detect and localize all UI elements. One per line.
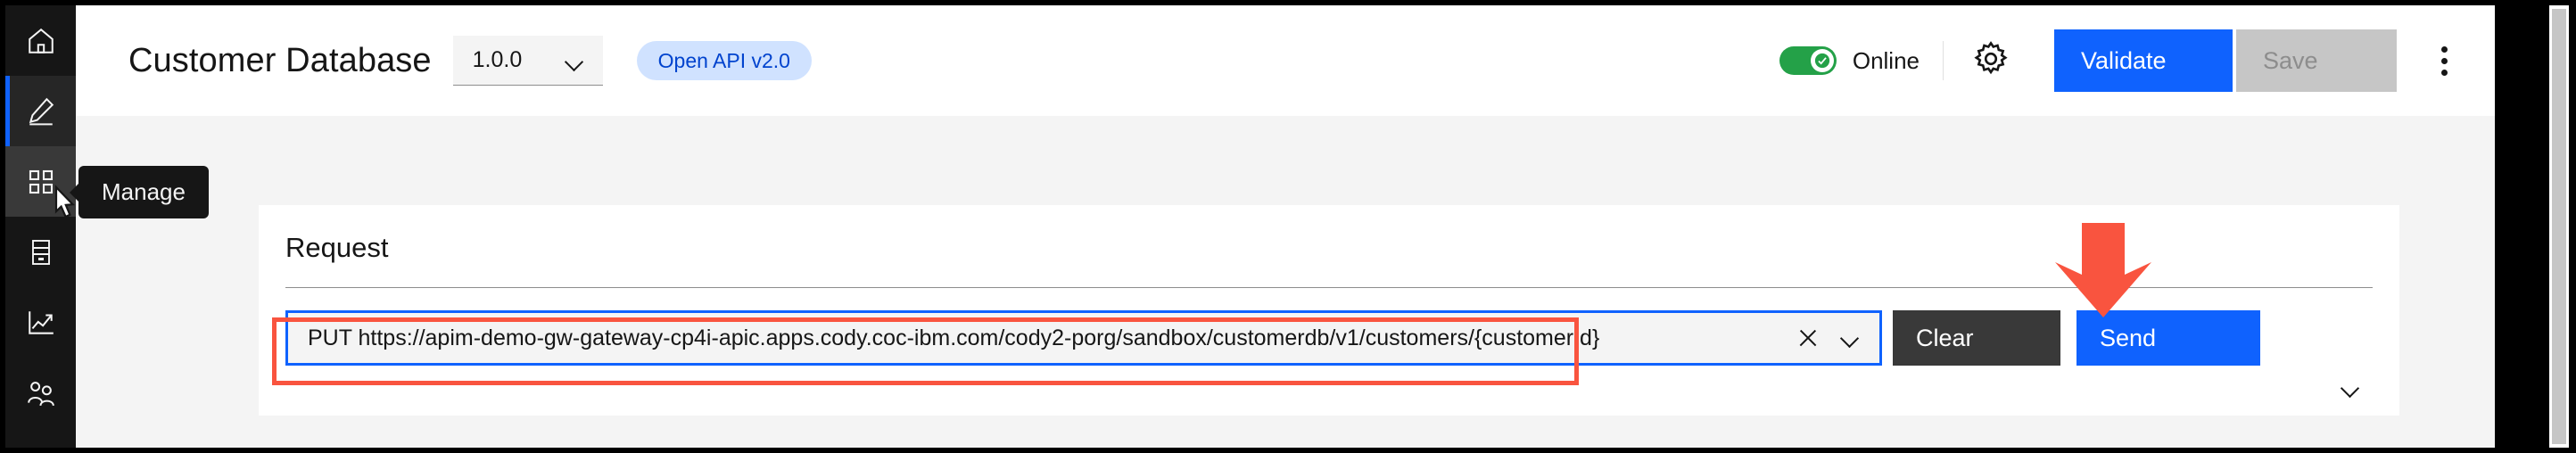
- request-panel: Request PUT https://apim-demo-gw-gateway…: [259, 205, 2399, 416]
- chevron-down-icon: [566, 55, 585, 66]
- toggle-knob: [1810, 49, 1834, 72]
- pencil-icon: [26, 96, 56, 127]
- status-badge: Open API v2.0: [636, 41, 812, 80]
- analytics-chart-icon: [26, 308, 56, 338]
- send-button[interactable]: Send: [2076, 310, 2260, 366]
- screenshot-root: Customer Database 1.0.0 Open API v2.0 On…: [0, 0, 2576, 453]
- sidebar-item-analytics[interactable]: [5, 287, 76, 358]
- grid-apps-icon: [27, 168, 55, 196]
- page-title: Customer Database: [128, 41, 432, 79]
- left-navigation-rail: [5, 5, 76, 448]
- overflow-menu-vertical-icon: [2440, 45, 2448, 76]
- online-label: Online: [1852, 46, 1920, 74]
- url-input-icons: [1797, 327, 1879, 349]
- chevron-down-icon[interactable]: [2341, 382, 2360, 394]
- sidebar-item-home[interactable]: [5, 5, 76, 76]
- version-value: 1.0.0: [472, 47, 523, 72]
- sidebar-item-members[interactable]: [5, 358, 76, 428]
- chevron-down-icon[interactable]: [1840, 332, 1860, 344]
- clear-button[interactable]: Clear: [1893, 310, 2060, 366]
- version-select[interactable]: 1.0.0: [452, 36, 603, 86]
- request-row: PUT https://apim-demo-gw-gateway-cp4i-ap…: [259, 288, 2399, 366]
- save-button: Save: [2236, 29, 2397, 92]
- header-divider: [1943, 41, 1944, 80]
- gear-icon: [1972, 40, 2010, 82]
- toggle-track: [1779, 46, 1837, 75]
- sidebar-item-manage[interactable]: [5, 146, 76, 217]
- url-input-value: PUT https://apim-demo-gw-gateway-cp4i-ap…: [308, 325, 1600, 350]
- header-actions: Online Validate Save: [1779, 5, 2495, 116]
- checkmark-icon: [1814, 53, 1829, 69]
- sidebar-item-design[interactable]: [5, 76, 76, 146]
- scrollbar-thumb[interactable]: [2552, 9, 2566, 444]
- sidebar-item-gateways[interactable]: [5, 217, 76, 287]
- validate-button[interactable]: Validate: [2054, 29, 2233, 92]
- users-icon: [26, 378, 56, 408]
- home-icon: [26, 26, 56, 56]
- online-toggle[interactable]: Online: [1779, 46, 1920, 75]
- close-icon[interactable]: [1797, 327, 1819, 349]
- url-input[interactable]: PUT https://apim-demo-gw-gateway-cp4i-ap…: [285, 310, 1882, 366]
- settings-button[interactable]: [1967, 37, 2015, 85]
- expand-row: [259, 366, 2399, 394]
- vertical-scrollbar[interactable]: [2549, 5, 2569, 448]
- server-icon: [27, 238, 55, 267]
- overflow-menu-button[interactable]: [2413, 29, 2475, 92]
- app-header: Customer Database 1.0.0 Open API v2.0 On…: [76, 5, 2495, 116]
- request-title: Request: [285, 232, 389, 263]
- manage-tooltip: Manage: [78, 166, 209, 218]
